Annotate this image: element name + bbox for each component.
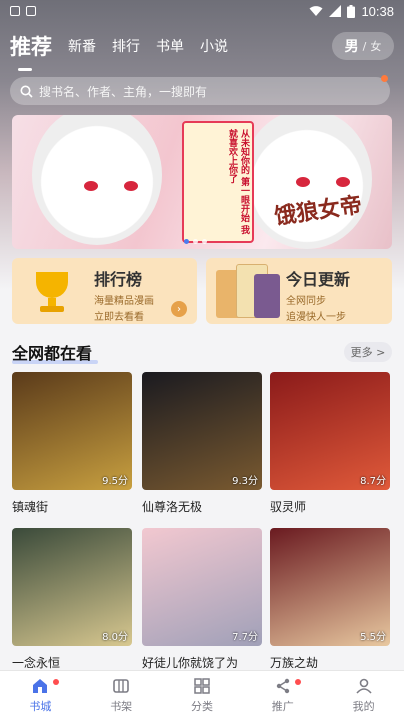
comic-score: 8.7分 (360, 476, 386, 487)
gender-toggle[interactable]: 男 / 女 (332, 32, 394, 60)
search-placeholder: 搜书名、作者、主角，一搜即有 (39, 84, 208, 99)
banner-eye (124, 181, 138, 191)
status-time: 10:38 (361, 3, 394, 19)
comic-card[interactable]: 7.7分好徒儿你就饶了为 (142, 528, 262, 671)
ranking-card[interactable]: 排行榜 海量精品漫画 立即去看看 › (12, 258, 197, 324)
comic-title[interactable]: 镇魂街 (12, 498, 132, 515)
comic-title[interactable]: 驭灵师 (270, 498, 390, 515)
status-bar: 10:38 (0, 0, 404, 22)
battery-icon (347, 4, 356, 18)
banner-character-left (32, 115, 162, 245)
notification-icon (10, 6, 20, 16)
comic-score: 7.7分 (232, 632, 258, 643)
section-header: 全网都在看 更多 > (12, 340, 392, 364)
trophy-icon (30, 270, 74, 316)
nav-promote[interactable]: 推广 (242, 671, 323, 720)
notification-icon (26, 6, 36, 16)
bookshelf-icon (113, 678, 129, 693)
comic-cover[interactable]: 9.5分 (12, 372, 132, 490)
comic-title[interactable]: 仙尊洛无极 (142, 498, 262, 515)
ranking-card-line2: 立即去看看 (94, 312, 144, 323)
banner-indicator (184, 239, 207, 244)
ranking-card-title: 排行榜 (94, 270, 143, 289)
bottom-nav: 书城 书架 分类 推广 我的 (0, 670, 404, 720)
comic-cover[interactable]: 8.0分 (12, 528, 132, 646)
comic-cover[interactable]: 5.5分 (270, 528, 390, 646)
nav-bookstore[interactable]: 书城 (0, 671, 81, 720)
banner-dot (202, 239, 207, 244)
wifi-icon (309, 6, 323, 16)
comic-title[interactable]: 万族之劫 (270, 654, 390, 671)
grid-icon (194, 677, 210, 694)
search-icon (20, 85, 33, 98)
nav-badge (295, 679, 302, 685)
tab-novel[interactable]: 小说 (200, 36, 228, 56)
banner-quote-card: 从未知你的 第一眼开始 我就喜欢上你了 (182, 121, 254, 243)
signal-icon (329, 5, 342, 17)
gender-female: 女 (370, 40, 382, 53)
comic-cover[interactable]: 7.7分 (142, 528, 262, 646)
comic-title[interactable]: 一念永恒 (12, 654, 132, 671)
banner-dot (193, 239, 198, 244)
comic-card[interactable]: 5.5分万族之劫 (270, 528, 390, 671)
tab-ranking[interactable]: 排行 (112, 36, 140, 56)
nav-category[interactable]: 分类 (162, 671, 243, 720)
comic-card[interactable]: 8.7分驭灵师 (270, 372, 390, 515)
comic-score: 9.3分 (232, 476, 258, 487)
banner-eye (84, 181, 98, 191)
nav-label: 书架 (110, 699, 133, 713)
chevron-right-icon: › (171, 301, 187, 317)
comic-card[interactable]: 8.0分一念永恒 (12, 528, 132, 671)
comic-cover[interactable]: 8.7分 (270, 372, 390, 490)
nav-label: 我的 (352, 699, 375, 713)
search-badge (381, 75, 388, 82)
tab-booklist[interactable]: 书单 (156, 36, 184, 56)
nav-label: 分类 (190, 699, 213, 713)
comic-score: 5.5分 (360, 632, 386, 643)
comic-card[interactable]: 9.3分仙尊洛无极 (142, 372, 262, 515)
banner-dot (184, 239, 189, 244)
search-bar[interactable]: 搜书名、作者、主角，一搜即有 (10, 75, 390, 105)
tab-recommend[interactable]: 推荐 (10, 31, 52, 71)
tab-new-series[interactable]: 新番 (68, 36, 96, 56)
gender-separator: / (362, 39, 367, 53)
nav-profile[interactable]: 我的 (323, 671, 404, 720)
ranking-card-line1: 海量精品漫画 (94, 296, 154, 307)
user-icon (355, 678, 372, 694)
daily-update-line2: 追漫快人一步 (286, 312, 346, 323)
nav-label: 推广 (271, 699, 294, 713)
daily-update-line1: 全网同步 (286, 296, 326, 307)
banner-quote-text: 从未知你的 第一眼开始 我就喜欢上你了 (227, 129, 249, 235)
mini-covers (216, 262, 280, 322)
nav-label: 书城 (29, 699, 52, 713)
nav-badge (52, 679, 59, 685)
banner-eye (336, 177, 350, 187)
daily-update-card[interactable]: 今日更新 全网同步 追漫快人一步 (206, 258, 392, 324)
comic-title[interactable]: 好徒儿你就饶了为 (142, 654, 262, 671)
nav-bookshelf[interactable]: 书架 (81, 671, 162, 720)
daily-update-title: 今日更新 (286, 270, 351, 289)
gender-male: 男 (344, 39, 359, 55)
comic-card[interactable]: 9.5分镇魂街 (12, 372, 132, 515)
more-button[interactable]: 更多 > (344, 342, 392, 362)
comic-score: 8.0分 (102, 632, 128, 643)
comic-score: 9.5分 (102, 476, 128, 487)
home-icon (33, 678, 48, 693)
section-title: 全网都在看 (12, 344, 93, 363)
share-icon (276, 678, 289, 693)
banner-carousel[interactable]: 从未知你的 第一眼开始 我就喜欢上你了 饿狼女帝 (12, 115, 392, 249)
banner-eye (296, 177, 310, 187)
comic-cover[interactable]: 9.3分 (142, 372, 262, 490)
